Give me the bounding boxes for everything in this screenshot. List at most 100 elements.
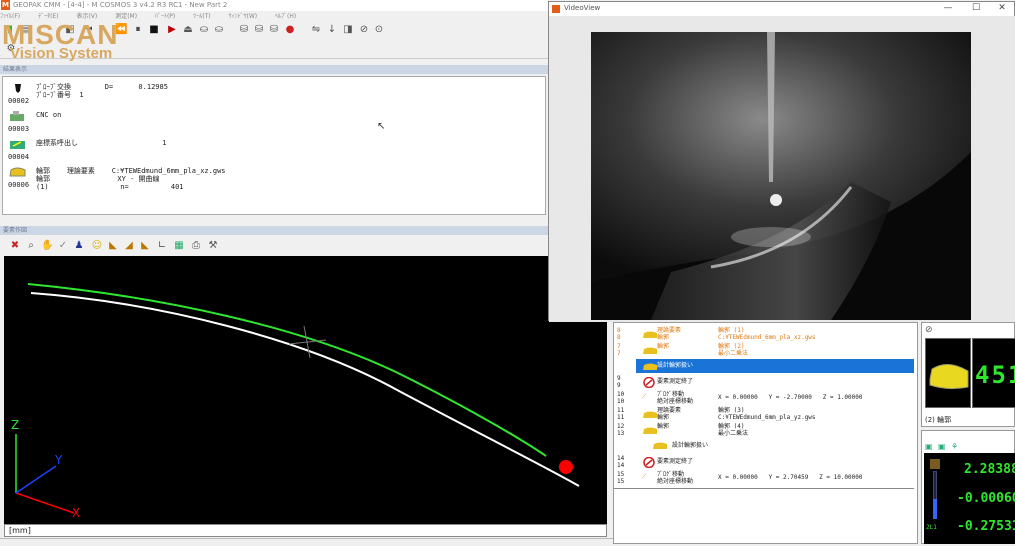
menu-data[interactable]: ﾃﾞｰﾀ(E) (38, 13, 58, 20)
menu-part[interactable]: ﾊﾟｰﾄ(P) (155, 13, 175, 20)
program-row[interactable]: 設計輪郭扱い (614, 439, 914, 453)
probe-up-icon[interactable]: ⏏ (182, 24, 194, 36)
machine-alt-icon[interactable]: ▣ (938, 442, 946, 451)
result-number: 00006 (8, 181, 30, 189)
axis-x-line (15, 492, 75, 514)
videoview-title: VideoView (564, 4, 601, 12)
program-row[interactable]: 15 15 ⟋ ﾌﾟﾛｸﾞ移動 X = 0.00000 Y = 2.70459 Z … (614, 471, 914, 485)
model-icon[interactable]: ▦ (173, 240, 185, 252)
program-row[interactable]: 10 10 ⟋ ﾌﾟﾛｸﾞ移動 X = 0.00000 Y = -2.70000 Z… (614, 391, 914, 405)
probe-view-icon[interactable]: ♟ (73, 240, 85, 252)
machine-c-icon[interactable]: ⛁ (268, 24, 280, 36)
z-readout: -0.27531 (957, 519, 1015, 534)
menu-view[interactable]: 表示(V) (76, 13, 97, 20)
plane-xy-icon[interactable]: ◣ (139, 240, 151, 252)
graphics-header: 要素作図 (0, 226, 607, 235)
result-number: 00004 (8, 153, 30, 161)
results-panel: 00002 ﾌﾟﾛｰﾌﾞ交換 D= 0.12985 ﾌﾟﾛｰﾌﾞ番号 1 000… (2, 76, 546, 215)
contour-icon (642, 426, 658, 435)
open-icon[interactable]: ▤ (20, 24, 32, 36)
result-text: ﾌﾟﾛｰﾌﾞ交換 D= 0.12985 ﾌﾟﾛｰﾌﾞ番号 1 (36, 83, 168, 99)
maximize-button[interactable]: ☐ (963, 2, 989, 15)
mouse-cursor-icon: ↖ (377, 121, 386, 132)
probe-marker (559, 460, 573, 474)
contour-shape-icon (929, 364, 969, 390)
program-row[interactable]: 88 理論要素 輪郭 (1) 輪郭 C:¥TEWEdmund_6mm_pla_xz.… (614, 327, 914, 341)
plane-yz-icon[interactable]: ◢ (123, 240, 135, 252)
move-icon: ⟋ (642, 473, 647, 480)
lcd-display: 451 (972, 338, 1015, 408)
element-label: (2) 輪郭 (925, 416, 952, 424)
pan-icon[interactable]: ✋ (41, 240, 53, 252)
result-number: 00003 (8, 125, 30, 133)
rewind-icon[interactable]: ⏪ (115, 24, 127, 36)
results-header: 結果表示 (0, 65, 548, 74)
move-icon[interactable]: ⇋ (310, 24, 322, 36)
plane-xz-icon[interactable]: ◣ (107, 240, 119, 252)
probe-status-icon (930, 459, 940, 469)
print-icon[interactable]: ⎙ (190, 240, 202, 252)
menu-file[interactable]: ﾌｧｲﾙ(F) (0, 13, 20, 20)
probe-unlock-icon[interactable]: ⛀ (213, 24, 225, 36)
graphics-canvas[interactable]: Z Y X (4, 256, 607, 524)
play-icon[interactable]: ▶ (166, 24, 178, 36)
menu-tools[interactable]: ﾂｰﾙ(T) (193, 13, 210, 20)
axis-y-label: Y (55, 453, 63, 467)
step-back-icon[interactable]: ⏮ (82, 24, 94, 36)
program-row-selected[interactable]: 設計輪郭扱い (636, 359, 914, 373)
zoom-icon[interactable]: ⌕ (25, 240, 37, 252)
contour-plot (15, 283, 580, 514)
probe-lock-icon[interactable]: ⛀ (198, 24, 210, 36)
measured-contour-white (30, 292, 580, 487)
app-title: GEOPAK CMM - [4-4] - M COSMOS 3 v4.2 R3 … (13, 1, 228, 9)
main-toolbar: ▮ ▤ ◧ ⏮ ⏪ ⏸ ■ ▶ ⏏ ⛀ ⛀ ⛁ ⛁ ⛁ ● ⇋ ↓ ◨ ⊘ ⊙ … (0, 21, 548, 62)
app-icon: M (1, 0, 10, 10)
contour-icon (642, 410, 658, 419)
settings-icon[interactable]: ⚙ (5, 43, 17, 55)
part-program-list: 88 理論要素 輪郭 (1) 輪郭 C:¥TEWEdmund_6mm_pla_xz.… (613, 322, 918, 544)
refresh-icon[interactable]: ⊘ (358, 24, 370, 36)
refresh-icon[interactable]: ⊘ (925, 325, 933, 335)
nominal-contour-green (27, 283, 547, 457)
record-icon[interactable]: ◧ (64, 24, 76, 36)
probe-icon (9, 82, 27, 94)
menu-measure[interactable]: 測定(M) (115, 13, 137, 20)
minimize-button[interactable]: — (935, 2, 961, 15)
result-number: 00002 (8, 97, 30, 105)
program-row[interactable]: 12 13 輪郭 輪郭 (4) 最小二乗法 (614, 423, 914, 437)
leaf-icon[interactable]: ⚘ (951, 442, 958, 451)
menu-help[interactable]: ﾍﾙﾌﾟ(H) (275, 13, 296, 20)
video-area (549, 16, 1015, 322)
camera-feed (591, 32, 971, 320)
program-row[interactable]: 11 11 理論要素 輪郭 (3) 輪郭 C:¥TEWEdmund_6mm_pla_y… (614, 407, 914, 421)
program-row[interactable]: 14 14 要素測定終了 (614, 455, 914, 469)
check-icon[interactable]: ✓ (57, 240, 69, 252)
program-row[interactable]: 99 要素測定終了 (614, 375, 914, 389)
ladybug-icon[interactable]: ● (284, 24, 296, 36)
result-text: 座標系呼出し 1 (36, 139, 167, 147)
pause-icon[interactable]: ⏸ (132, 24, 144, 36)
close-button[interactable]: ✕ (989, 2, 1015, 15)
program-row[interactable]: 77 輪郭 輪郭 (2) 最小二乗法 (614, 343, 914, 357)
pin-icon[interactable]: ◨ (342, 24, 354, 36)
camera-image (591, 32, 971, 320)
menu-window[interactable]: ｳｨﾝﾄﾞｳ(W) (228, 13, 257, 20)
status-bar (0, 538, 613, 546)
main-title-bar: M GEOPAK CMM - [4-4] - M COSMOS 3 v4.2 R… (0, 0, 548, 11)
menu-bar: ﾌｧｲﾙ(F) ﾃﾞｰﾀ(E) 表示(V) 測定(M) ﾊﾟｰﾄ(P) ﾂｰﾙ(… (0, 11, 548, 21)
stop-icon[interactable]: ■ (148, 24, 160, 36)
delete-icon[interactable]: ✖ (9, 240, 21, 252)
machine-b-icon[interactable]: ⛁ (253, 24, 265, 36)
machine-a-icon[interactable]: ⛁ (238, 24, 250, 36)
new-icon[interactable]: ▮ (4, 24, 16, 36)
contour-icon (642, 346, 658, 355)
axes-icon[interactable]: ∟ (156, 240, 168, 252)
smile-icon[interactable]: ☺ (91, 240, 103, 252)
logo-subtitle: Vision System (10, 45, 113, 62)
result-row[interactable]: 00006 輪郭 理論要素 C:¥TEWEdmund_6mm_pla_xz.gw… (3, 163, 543, 195)
tool-icon[interactable]: ⊙ (373, 24, 385, 36)
down-icon[interactable]: ↓ (326, 24, 338, 36)
graphics-settings-icon[interactable]: ⚒ (207, 240, 219, 252)
machine-icon[interactable]: ▣ (925, 442, 933, 451)
lcd-digits: 451 (975, 361, 1015, 389)
